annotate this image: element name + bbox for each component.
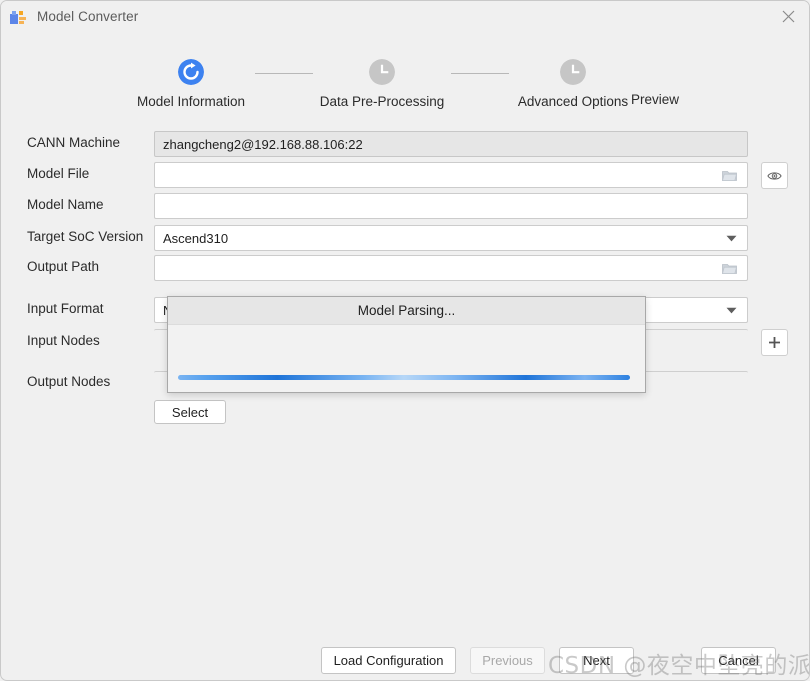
cancel-button[interactable]: Cancel [701, 647, 776, 674]
label-input-format: Input Format [27, 301, 104, 316]
model-parsing-title: Model Parsing... [168, 297, 645, 325]
step-label: Advanced Options [517, 94, 629, 109]
label-model-file: Model File [27, 166, 90, 181]
label-target-soc-version: Target SoC Version [27, 229, 144, 244]
label-output-path: Output Path [27, 259, 100, 274]
label-model-name: Model Name [27, 197, 104, 212]
stepper: Model Information Data Pre-Processing Ad… [1, 51, 809, 113]
model-parsing-body [168, 325, 645, 393]
folder-icon[interactable] [718, 169, 740, 182]
chevron-down-icon[interactable] [719, 307, 743, 314]
step-model-information[interactable]: Model Information [118, 59, 264, 109]
close-icon[interactable] [765, 1, 809, 32]
loading-spinner-icon [178, 59, 204, 85]
app-blocks-icon [10, 9, 28, 25]
model-name-field[interactable] [154, 193, 748, 219]
chevron-down-icon[interactable] [719, 235, 743, 242]
clock-icon [369, 59, 395, 85]
plus-icon [769, 337, 780, 348]
clock-icon [560, 59, 586, 85]
step-label: Model Information [136, 94, 246, 109]
target-soc-version-value: Ascend310 [163, 230, 229, 246]
label-cann-machine: CANN Machine [27, 135, 121, 150]
target-soc-version-select[interactable]: Ascend310 [154, 225, 748, 251]
add-input-node-button[interactable] [761, 329, 788, 356]
window-title: Model Converter [37, 9, 139, 24]
load-configuration-button[interactable]: Load Configuration [321, 647, 456, 674]
label-input-nodes: Input Nodes [27, 333, 100, 348]
step-label: Preview [630, 92, 679, 107]
step-preview[interactable]: Preview [625, 92, 685, 107]
titlebar: Model Converter [1, 1, 809, 32]
step-data-pre-processing[interactable]: Data Pre-Processing [313, 59, 451, 109]
step-advanced-options[interactable]: Advanced Options [509, 59, 637, 109]
model-parsing-dialog: Model Parsing... [167, 296, 646, 393]
select-output-nodes-button[interactable]: Select [154, 400, 226, 424]
model-file-preview-button[interactable] [761, 162, 788, 189]
step-label: Data Pre-Processing [319, 94, 445, 109]
next-button[interactable]: Next [559, 647, 634, 674]
cann-machine-value: zhangcheng2@192.168.88.106:22 [163, 136, 363, 152]
folder-icon[interactable] [718, 262, 740, 275]
model-converter-window: Model Converter Model Information Data P… [0, 0, 810, 681]
label-output-nodes: Output Nodes [27, 374, 111, 389]
output-path-field[interactable] [154, 255, 748, 281]
previous-button[interactable]: Previous [470, 647, 545, 674]
progress-bar [178, 375, 630, 380]
model-file-field[interactable] [154, 162, 748, 188]
stepper-connector-2 [451, 73, 509, 74]
cann-machine-field[interactable]: zhangcheng2@192.168.88.106:22 [154, 131, 748, 157]
eye-icon [767, 171, 782, 180]
